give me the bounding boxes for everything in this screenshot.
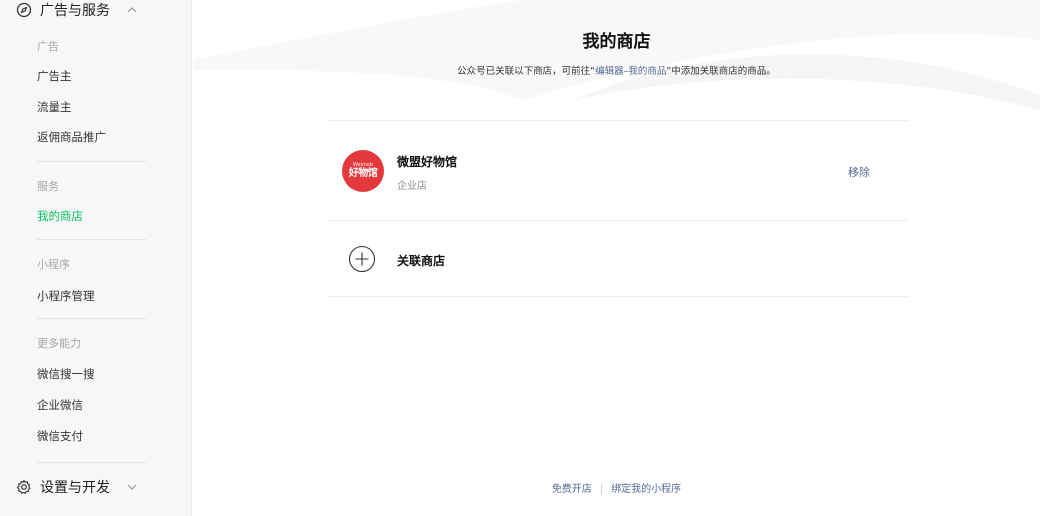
section-ads-header[interactable]: 广告与服务 [16, 0, 137, 20]
shop-type: 企业店 [397, 181, 427, 192]
divider [327, 220, 908, 221]
sidebar-item-wecom[interactable]: 企业微信 [37, 397, 83, 413]
chevron-down-icon[interactable] [126, 481, 138, 493]
sidebar-item-publisher[interactable]: 流量主 [37, 99, 72, 115]
section-ads-label: 广告与服务 [40, 3, 110, 19]
page-subtitle: 公众号已关联以下商店，可前往“编辑器–我的商品”中添加关联商店的商品。 [193, 63, 1040, 77]
group-title-more: 更多能力 [37, 337, 81, 350]
gear-icon [17, 479, 31, 494]
page-title: 我的商店 [582, 32, 651, 52]
bind-miniprogram-link[interactable]: 绑定我的小程序 [611, 484, 681, 495]
divider [327, 120, 908, 121]
section-settings-label: 设置与开发 [40, 480, 110, 496]
chevron-up-icon[interactable] [126, 4, 138, 16]
sidebar-item-advertiser[interactable]: 广告主 [37, 68, 72, 84]
divider [37, 462, 146, 463]
link-shop-button[interactable]: 关联商店 [397, 252, 445, 269]
editor-my-products-link[interactable]: 编辑器–我的商品 [595, 66, 666, 77]
group-title-services: 服务 [37, 180, 59, 193]
shop-logo-text: 好物馆 [348, 168, 378, 179]
section-settings-header[interactable]: 设置与开发 [16, 477, 137, 497]
subtitle-text-before: 公众号已关联以下商店，可前往“ [457, 66, 596, 77]
remove-shop-button[interactable]: 移除 [848, 164, 870, 180]
main-content: 我的商店 公众号已关联以下商店，可前往“编辑器–我的商品”中添加关联商店的商品。… [193, 0, 1040, 516]
add-circle-icon[interactable] [348, 245, 376, 273]
divider [37, 318, 146, 319]
divider [37, 239, 146, 240]
divider [327, 296, 908, 297]
shop-logo-brand: Weimob [352, 162, 374, 168]
sidebar-item-miniprogram-manage[interactable]: 小程序管理 [37, 288, 95, 304]
footer-links: 免费开店 | 绑定我的小程序 [193, 480, 1040, 495]
sidebar-item-wechat-search[interactable]: 微信搜一搜 [37, 366, 95, 382]
sidebar-item-my-store[interactable]: 我的商店 [37, 208, 83, 224]
footer-separator: | [599, 484, 604, 495]
group-title-miniprogram: 小程序 [37, 258, 70, 271]
subtitle-text-after: ”中添加关联商店的商品。 [666, 66, 776, 77]
group-title-ads: 广告 [37, 40, 59, 53]
shop-name: 微盟好物馆 [397, 155, 458, 169]
sidebar-item-rebate-promotion[interactable]: 返佣商品推广 [37, 129, 106, 145]
shop-logo: Weimob 好物馆 [342, 150, 384, 192]
free-open-store-link[interactable]: 免费开店 [552, 484, 592, 495]
sidebar: 广告与服务 广告 广告主 流量主 返佣商品推广 服务 我的商店 小程序 小程序管… [0, 0, 192, 516]
compass-icon [16, 2, 32, 18]
sidebar-item-wechat-pay[interactable]: 微信支付 [37, 428, 83, 444]
divider [37, 161, 146, 162]
